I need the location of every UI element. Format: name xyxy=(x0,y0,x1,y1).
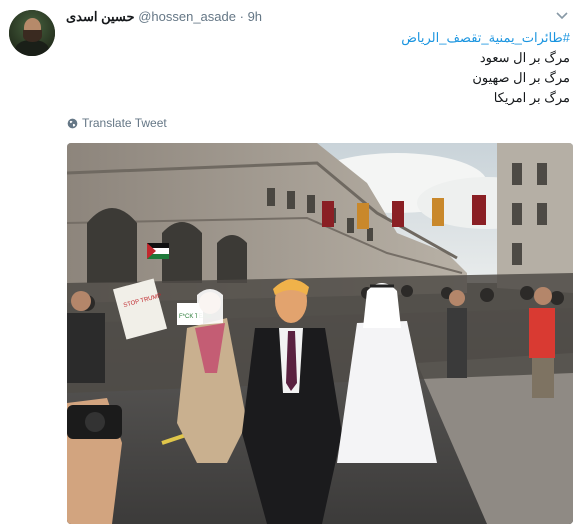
translate-label: Translate Tweet xyxy=(82,116,167,130)
chevron-down-icon[interactable] xyxy=(556,12,568,20)
tweet-line-1: مرگ بر ال سعود xyxy=(479,50,570,65)
author-handle[interactable]: @hossen_asade xyxy=(138,9,236,24)
tweet-text: #طائرات_يمنية_تقصف_الرياض مرگ بر ال سعود… xyxy=(90,28,570,108)
tweet-line-3: مرگ بر امریکا xyxy=(493,90,570,105)
tweet-card: حسین اسدی @hossen_asade · 9h #طائرات_يمن… xyxy=(0,0,580,530)
avatar[interactable] xyxy=(9,10,55,56)
tweet-timestamp[interactable]: 9h xyxy=(248,9,262,24)
hashtag-link[interactable]: #طائرات_يمنية_تقصف_الرياض xyxy=(401,30,570,45)
street-protest-photo: STOP TRUMP F*CK TEAM xyxy=(67,143,573,524)
author-name[interactable]: حسین اسدی xyxy=(66,9,135,24)
tweet-header: حسین اسدی @hossen_asade · 9h xyxy=(66,9,262,25)
tweet-photo[interactable]: STOP TRUMP F*CK TEAM xyxy=(67,143,573,524)
separator-dot: · xyxy=(239,9,244,24)
tweet-line-2: مرگ بر ال صهیون xyxy=(472,70,570,85)
translate-tweet-button[interactable]: Translate Tweet xyxy=(67,116,167,130)
globe-icon xyxy=(67,118,78,128)
